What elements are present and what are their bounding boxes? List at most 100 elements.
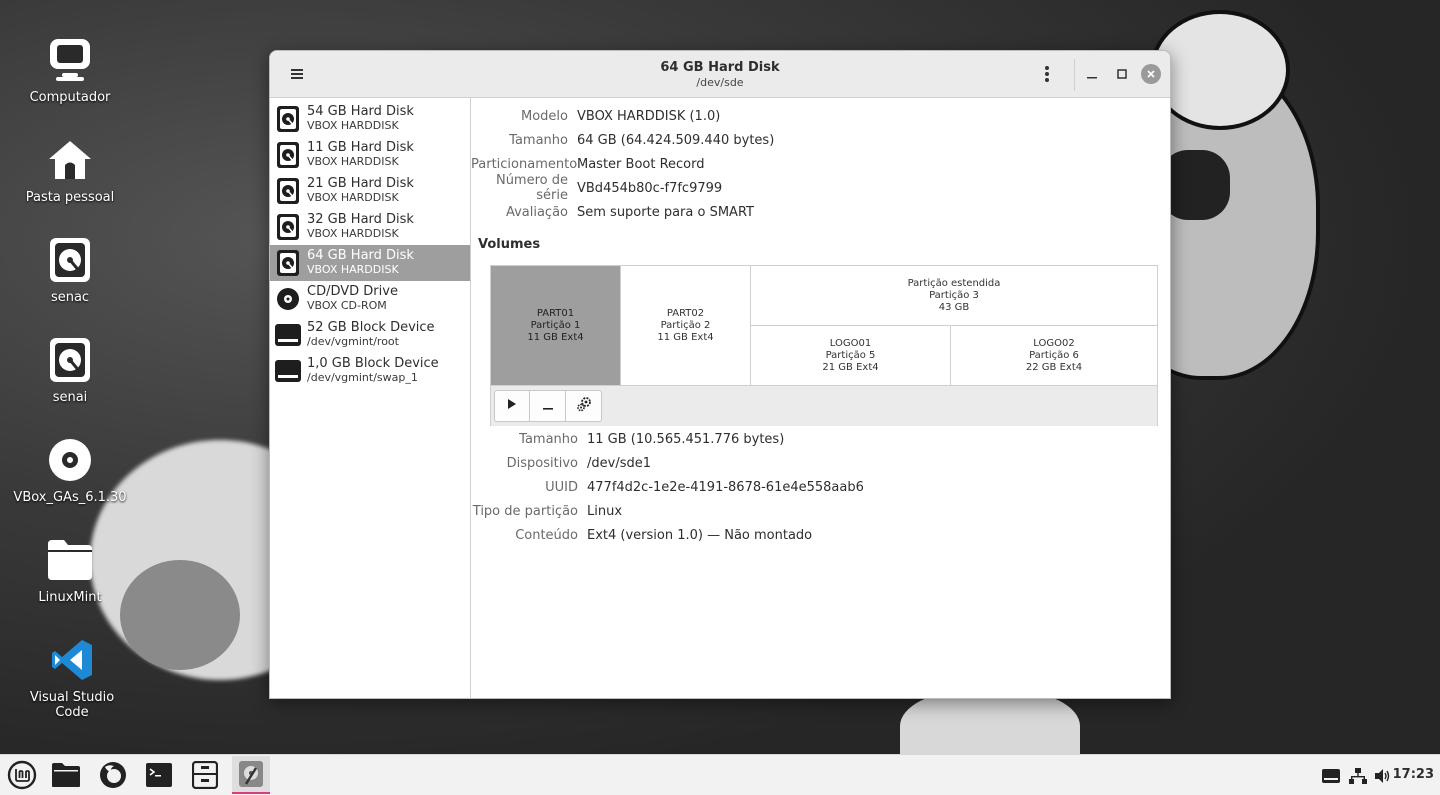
drive-item-64gb[interactable]: 64 GB Hard Disk VBOX HARDDISK — [270, 245, 470, 281]
partition-name: PART02 — [666, 307, 705, 319]
desktop-icon-label: senac — [50, 290, 90, 305]
desktop-icon-senai[interactable]: senai — [10, 336, 130, 405]
drive-name: 52 GB Block Device — [307, 320, 435, 335]
terminal-icon[interactable] — [140, 756, 178, 794]
partition-part01[interactable]: PART01 Partição 1 11 GB Ext4 — [491, 266, 621, 385]
disk-details: Modelo VBOX HARDDISK (1.0) Tamanho 64 GB… — [471, 98, 1170, 698]
info-value: Linux — [587, 503, 623, 519]
disks-icon[interactable] — [232, 756, 270, 794]
partition-name: PART01 — [536, 307, 575, 319]
harddisk-icon — [275, 177, 301, 205]
files-icon[interactable] — [47, 756, 85, 794]
partition-settings-button[interactable] — [566, 390, 602, 422]
partition-name: LOGO01 — [829, 337, 872, 349]
partition-logo02[interactable]: LOGO02 Partição 6 22 GB Ext4 — [951, 326, 1157, 385]
firefox-icon[interactable] — [94, 756, 132, 794]
info-value: Sem suporte para o SMART — [577, 204, 754, 220]
taskbar: 17:23 — [0, 754, 1440, 795]
title-block: 64 GB Hard Disk /dev/sde — [270, 60, 1170, 89]
info-value: /dev/sde1 — [587, 455, 651, 471]
drive-item-32gb[interactable]: 32 GB Hard Disk VBOX HARDDISK — [270, 209, 470, 245]
drive-subtitle: VBOX HARDDISK — [307, 263, 399, 276]
info-label: Dispositivo — [506, 455, 578, 471]
info-serial: Número de série VBd454b80c-f7fc9799 — [471, 173, 722, 203]
drive-item-11gb[interactable]: 11 GB Hard Disk VBOX HARDDISK — [270, 137, 470, 173]
folder-icon — [46, 536, 94, 584]
minimize-icon[interactable] — [1081, 63, 1103, 85]
partition-extended[interactable]: Partição estendida Partição 3 43 GB — [751, 266, 1157, 326]
mount-button[interactable] — [494, 390, 530, 422]
disks-window: 64 GB Hard Disk /dev/sde 54 GB Hard Disk… — [269, 50, 1171, 699]
harddisk-icon — [46, 336, 94, 384]
archive-icon[interactable] — [186, 756, 224, 794]
drive-name: 21 GB Hard Disk — [307, 176, 414, 191]
harddisk-icon — [275, 249, 301, 277]
partition-logo01[interactable]: LOGO01 Partição 5 21 GB Ext4 — [751, 326, 951, 385]
drive-subtitle: VBOX HARDDISK — [307, 191, 399, 204]
home-icon — [46, 136, 94, 184]
maximize-icon[interactable] — [1111, 63, 1133, 85]
drive-item-cdrom[interactable]: CD/DVD Drive VBOX CD-ROM — [270, 281, 470, 317]
info-value: 11 GB (10.565.451.776 bytes) — [587, 431, 785, 447]
partition-type: Partição 3 — [929, 289, 979, 301]
partition-part02[interactable]: PART02 Partição 2 11 GB Ext4 — [621, 266, 751, 385]
info-label: Tamanho — [519, 431, 578, 447]
partition-size: 22 GB Ext4 — [1025, 361, 1083, 373]
info-label: Tipo de partição — [472, 503, 578, 519]
partition-name: LOGO02 — [1033, 337, 1075, 349]
vol-info-size: Tamanho 11 GB (10.565.451.776 bytes) — [471, 427, 784, 451]
harddisk-icon — [275, 213, 301, 241]
drive-subtitle: VBOX HARDDISK — [307, 155, 399, 168]
drive-item-1gb-block[interactable]: 1,0 GB Block Device/dev/vgmint/swap_1 — [270, 353, 470, 389]
drive-subtitle: /dev/vgmint/root — [307, 335, 399, 348]
desktop-icon-vbox-gas[interactable]: VBox_GAs_6.1.30 — [10, 436, 130, 505]
desktop-icon-vscode[interactable]: Visual Studio Code — [12, 636, 132, 720]
drive-name: 32 GB Hard Disk — [307, 212, 414, 227]
block-device-icon — [275, 321, 301, 349]
window-subtitle: /dev/sde — [696, 76, 744, 89]
display-icon[interactable] — [1322, 755, 1340, 795]
desktop-icon-pasta-pessoal[interactable]: Pasta pessoal — [10, 136, 130, 205]
desktop-icon-label: LinuxMint — [38, 590, 102, 605]
header-bar: 64 GB Hard Disk /dev/sde — [270, 51, 1170, 98]
drive-item-21gb[interactable]: 21 GB Hard Disk VBOX HARDDISK — [270, 173, 470, 209]
info-value: VBOX HARDDISK (1.0) — [577, 108, 721, 124]
desktop-icon-computador[interactable]: Computador — [10, 36, 130, 105]
clock[interactable]: 17:23 — [1393, 767, 1434, 782]
info-assessment: Avaliação Sem suporte para o SMART — [471, 200, 754, 224]
partition-size: 11 GB Ext4 — [657, 331, 714, 343]
optical-drive-icon — [275, 285, 301, 313]
info-value: Master Boot Record — [577, 156, 705, 172]
minus-icon — [542, 399, 553, 414]
info-label: UUID — [545, 479, 578, 495]
delete-partition-button[interactable] — [530, 390, 566, 422]
mint-menu-icon[interactable] — [3, 756, 41, 794]
harddisk-icon — [46, 236, 94, 284]
window-title: 64 GB Hard Disk — [660, 60, 780, 75]
drive-list: 54 GB Hard Disk VBOX HARDDISK 11 GB Hard … — [270, 98, 471, 698]
play-icon — [507, 398, 517, 414]
info-label: Número de série — [495, 173, 568, 203]
drive-item-54gb[interactable]: 54 GB Hard Disk VBOX HARDDISK — [270, 101, 470, 137]
info-label: Modelo — [521, 108, 568, 124]
volume-icon[interactable] — [1375, 755, 1391, 795]
vertical-dots-icon[interactable] — [1036, 63, 1058, 85]
desktop-icon-label: Pasta pessoal — [25, 190, 115, 205]
harddisk-icon — [275, 105, 301, 133]
drive-subtitle: /dev/vgmint/swap_1 — [307, 371, 418, 384]
info-label: Conteúdo — [515, 527, 578, 543]
close-icon[interactable] — [1141, 64, 1161, 84]
drive-item-52gb-block[interactable]: 52 GB Block Device/dev/vgmint/root — [270, 317, 470, 353]
drive-name: 64 GB Hard Disk — [307, 248, 414, 263]
gears-icon — [576, 396, 592, 416]
drive-name: 1,0 GB Block Device — [307, 356, 439, 371]
disc-icon — [46, 436, 94, 484]
network-icon[interactable] — [1349, 755, 1367, 795]
info-model: Modelo VBOX HARDDISK (1.0) — [471, 104, 720, 128]
drive-subtitle: VBOX HARDDISK — [307, 227, 399, 240]
monitor-icon — [46, 36, 94, 84]
desktop-icon-linuxmint[interactable]: LinuxMint — [10, 536, 130, 605]
desktop-icon-senac[interactable]: senac — [10, 236, 130, 305]
desktop-icon-label: VBox_GAs_6.1.30 — [13, 490, 127, 505]
desktop-icon-label: Computador — [29, 90, 111, 105]
